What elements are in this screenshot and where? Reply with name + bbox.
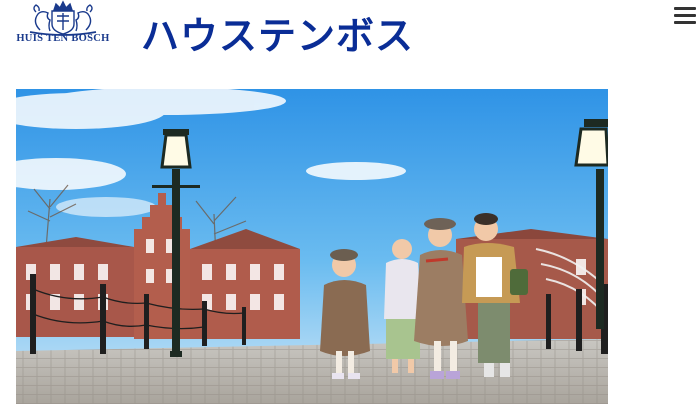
menu-bar [674,21,696,24]
site-title: ハウステンボス [141,14,415,58]
crest-icon [29,0,97,36]
huis-ten-bosch-logo[interactable]: HUIS TEN BOSCH [2,0,124,52]
family-walking-on-bridge-photo [16,89,608,404]
logo-wordmark: HUIS TEN BOSCH [16,33,110,44]
menu-bar [674,7,696,10]
hamburger-menu-icon[interactable] [674,7,696,25]
menu-bar [674,14,696,17]
hero-image[interactable] [16,89,608,404]
